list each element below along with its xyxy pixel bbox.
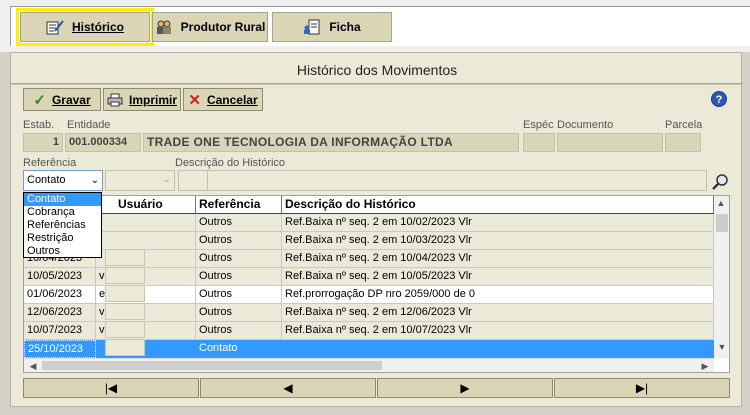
repaint-artifact [105, 303, 145, 320]
table-cell-user: l [96, 214, 196, 232]
column-header-referencia[interactable]: Referência [196, 196, 282, 214]
repaint-artifact [105, 249, 145, 266]
cancel-button[interactable]: ✕ Cancelar [183, 88, 263, 111]
horizontal-scroll-thumb[interactable] [42, 361, 382, 370]
table-cell-ref: Contato [196, 340, 282, 358]
dropdown-option[interactable]: Cobrança [24, 206, 101, 219]
estab-label: Estab. [23, 119, 55, 131]
repaint-artifact [105, 267, 145, 284]
print-button[interactable]: Imprimir [103, 88, 181, 111]
scroll-left-icon[interactable]: ◀ [26, 361, 40, 372]
tab-ficha[interactable]: Ficha [272, 12, 392, 42]
table-cell-ref: Outros [196, 286, 282, 304]
documento-field[interactable] [557, 133, 663, 152]
table-cell-user: l [96, 232, 196, 250]
dropdown-option[interactable]: Contato [24, 193, 101, 206]
dropdown-option[interactable]: Referências [24, 219, 101, 232]
next-record-icon: ▶ [460, 381, 470, 395]
entidade-label: Entidade [67, 119, 111, 131]
tab-historico-label: Histórico [71, 20, 124, 34]
repaint-artifact [105, 321, 145, 338]
search-icon[interactable] [711, 173, 729, 191]
nav-last-button[interactable]: ▶| [554, 378, 730, 398]
entidade-name-field[interactable]: TRADE ONE TECNOLOGIA DA INFORMAÇÃO LTDA [143, 133, 519, 152]
title-divider [11, 83, 743, 85]
first-record-icon: |◀ [104, 381, 118, 395]
scroll-down-icon[interactable]: ▼ [715, 342, 729, 352]
table-cell-desc: Ref.prorrogação DP nro 2059/000 de 0 [282, 286, 714, 304]
documento-label: Documento [557, 119, 614, 131]
table-row[interactable]: lOutrosRef.Baixa nº seq. 2 em 10/02/2023… [24, 214, 714, 232]
scroll-up-icon[interactable]: ▲ [714, 198, 728, 208]
referencia-select-value: Contato [27, 174, 66, 186]
parcela-label: Parcela [665, 119, 703, 131]
especie-label: Espéc [523, 119, 554, 131]
entidade-code-field[interactable]: 001.000334 [65, 133, 141, 152]
previous-record-icon: ◀ [283, 381, 293, 395]
chevron-down-icon: ⌄ [90, 175, 99, 186]
help-icon[interactable]: ? [711, 91, 727, 107]
table-cell-date: 10/07/2023 [24, 322, 96, 340]
table-cell-desc: Ref.Baixa nº seq. 2 em 10/02/2023 Vlr [282, 214, 714, 232]
historico-panel: Histórico dos Movimentos ✓ Gravar Imprim… [10, 52, 743, 407]
table-cell-desc: Ref.Baixa nº seq. 2 em 10/04/2023 Vlr [282, 250, 714, 268]
table-cell-desc: Ref.Baixa nº seq. 2 em 10/05/2023 Vlr [282, 268, 714, 286]
tab-produtor-rural-label: Produtor Rural [180, 20, 266, 34]
table-row[interactable]: lOutrosRef.Baixa nº seq. 2 em 10/03/2023… [24, 232, 714, 250]
table-cell-ref: Outros [196, 304, 282, 322]
people-icon [156, 20, 171, 34]
nav-first-button[interactable]: |◀ [23, 378, 199, 398]
referencia-select[interactable]: Contato ⌄ [23, 170, 103, 191]
referencia-label: Referência [23, 157, 77, 169]
panel-title: Histórico dos Movimentos [296, 62, 458, 78]
dropdown-option[interactable]: Outros [24, 245, 101, 258]
table-cell-date: 01/06/2023 [24, 286, 96, 304]
chevron-down-icon: ⌄ [162, 174, 171, 185]
save-button-label: Gravar [51, 92, 91, 107]
table-cell-desc: Ref.Baixa nº seq. 2 em 10/03/2023 Vlr [282, 232, 714, 250]
tab-produtor-rural[interactable]: Produtor Rural [152, 12, 268, 42]
secondary-select[interactable]: ⌄ [105, 170, 175, 191]
descricao-input[interactable] [207, 170, 707, 191]
nav-next-button[interactable]: ▶ [377, 378, 553, 398]
table-cell-ref: Outros [196, 322, 282, 340]
column-header-descricao[interactable]: Descrição do Histórico [282, 196, 714, 214]
printer-icon [107, 93, 123, 106]
close-icon: ✕ [188, 91, 201, 109]
table-cell-ref: Outros [196, 250, 282, 268]
table-cell-date: 10/05/2023 [24, 268, 96, 286]
last-record-icon: ▶| [635, 381, 649, 395]
nav-prev-button[interactable]: ◀ [200, 378, 376, 398]
column-header-usuario[interactable]: Usuário [96, 196, 196, 214]
repaint-artifact [105, 285, 145, 302]
table-cell-ref: Outros [196, 268, 282, 286]
dropdown-option[interactable]: Restrição [24, 232, 101, 245]
referencia-dropdown: Contato Cobrança Referências Restrição O… [23, 192, 102, 258]
table-cell-date: 12/06/2023 [24, 304, 96, 322]
table-cell-desc: Ref.Baixa nº seq. 2 em 12/06/2023 Vlr [282, 304, 714, 322]
table-cell-ref: Outros [196, 214, 282, 232]
table-cell-ref: Outros [196, 232, 282, 250]
table-cell-desc: Ref.Baixa nº seq. 2 em 10/07/2023 Vlr [282, 322, 714, 340]
cancel-button-label: Cancelar [206, 92, 258, 107]
descricao-prefix-field[interactable] [178, 170, 208, 191]
save-button[interactable]: ✓ Gravar [23, 88, 101, 111]
repaint-artifact [105, 339, 145, 356]
tab-ficha-label: Ficha [329, 20, 361, 34]
descricao-label: Descrição do Histórico [175, 157, 286, 169]
tab-historico[interactable]: Histórico [16, 8, 154, 46]
vertical-scroll-thumb[interactable] [716, 214, 728, 232]
scroll-right-icon[interactable]: ▶ [698, 361, 712, 372]
document-person-icon [304, 19, 320, 35]
table-cell-date: 25/10/2023 [24, 340, 96, 358]
parcela-field[interactable] [665, 133, 701, 152]
notepad-pencil-icon [46, 20, 64, 35]
especie-field[interactable] [523, 133, 555, 152]
check-icon: ✓ [33, 91, 46, 109]
estab-field[interactable]: 1 [23, 133, 63, 152]
table-cell-desc [282, 340, 714, 358]
print-button-label: Imprimir [128, 92, 177, 107]
